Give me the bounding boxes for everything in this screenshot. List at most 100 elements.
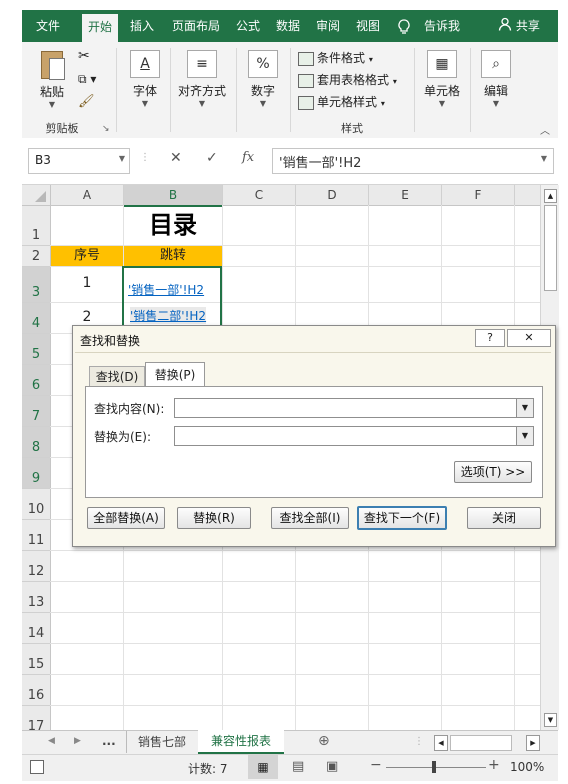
chevron-down-icon[interactable]: ▼ [516, 399, 533, 417]
row-header-11[interactable]: 11 [22, 520, 51, 551]
row-header-16[interactable]: 16 [22, 675, 51, 706]
chevron-down-icon[interactable]: ▼ [516, 427, 533, 445]
format-painter-icon[interactable]: 🖌 [78, 94, 95, 109]
cells-icon: ▦ [427, 50, 457, 78]
tab-insert[interactable]: 插入 [126, 10, 158, 42]
column-header-f[interactable]: F [442, 185, 515, 206]
sheet-tab-sales-7[interactable]: 销售七部 [130, 733, 194, 750]
row-header-12[interactable]: 12 [22, 551, 51, 582]
scroll-left-icon[interactable]: ◀ [434, 735, 448, 751]
macro-record-icon[interactable] [30, 760, 44, 774]
row-header-15[interactable]: 15 [22, 644, 51, 675]
tab-review[interactable]: 审阅 [312, 10, 344, 42]
row-header-4[interactable]: 4 [22, 303, 51, 334]
select-all-corner[interactable] [22, 185, 51, 206]
row-header-1[interactable]: 1 [22, 206, 51, 246]
divider [470, 48, 471, 132]
header-jump[interactable]: 跳转 [124, 246, 222, 266]
horizontal-scrollbar[interactable] [450, 735, 512, 751]
formula-input[interactable]: '销售一部'!H2 ▼ [272, 148, 554, 174]
font-button[interactable]: A 字体 ▼ [124, 50, 166, 109]
zoom-slider-thumb[interactable] [432, 761, 436, 773]
alignment-button[interactable]: ≡ 对齐方式 ▼ [174, 50, 230, 109]
zoom-level[interactable]: 100% [510, 760, 544, 774]
tab-replace[interactable]: 替换(P) [145, 362, 205, 388]
page-layout-view-icon[interactable]: ▤ [292, 759, 304, 774]
row-header-8[interactable]: 8 [22, 427, 51, 458]
help-button[interactable]: ? [475, 329, 505, 347]
tab-data[interactable]: 数据 [272, 10, 304, 42]
next-sheet-icon[interactable]: ▶ [74, 736, 81, 746]
zoom-in-icon[interactable]: + [488, 757, 500, 773]
paste-button[interactable]: 粘贴 ▼ [32, 48, 72, 110]
row-header-7[interactable]: 7 [22, 396, 51, 427]
prev-sheet-icon[interactable]: ◀ [48, 736, 55, 746]
catalog-title[interactable]: 目录 [124, 207, 222, 243]
row-header-17[interactable]: 17 [22, 706, 51, 730]
column-header-c[interactable]: C [223, 185, 296, 206]
more-sheets-button[interactable]: ... [102, 734, 116, 748]
page-break-view-icon[interactable]: ▣ [326, 759, 338, 774]
options-button[interactable]: 选项(T) >> [454, 461, 532, 483]
column-header-a[interactable]: A [51, 185, 124, 206]
replace-button[interactable]: 替换(R) [177, 507, 251, 529]
column-header-b[interactable]: B [124, 185, 223, 207]
share-button[interactable]: 共享 [488, 10, 550, 42]
dialog-launcher-icon[interactable]: ↘ [102, 124, 110, 134]
tell-me[interactable]: 告诉我 [418, 10, 466, 42]
row-header-2[interactable]: 2 [22, 246, 51, 267]
lightbulb-icon[interactable] [394, 10, 414, 42]
column-header-g[interactable] [515, 185, 540, 206]
tab-view[interactable]: 视图 [352, 10, 384, 42]
zoom-out-icon[interactable]: − [370, 757, 382, 773]
row-header-5[interactable]: 5 [22, 334, 51, 365]
insert-function-icon[interactable]: fx [242, 150, 254, 165]
cells-button[interactable]: ▦ 单元格 ▼ [418, 50, 466, 109]
cell-styles-button[interactable]: 单元格样式 ▾ [298, 92, 385, 112]
cancel-icon[interactable]: ✕ [170, 150, 182, 166]
row-header-6[interactable]: 6 [22, 365, 51, 396]
name-box[interactable]: B3 ▼ [28, 148, 130, 174]
number-button[interactable]: % 数字 ▼ [242, 50, 284, 109]
normal-view-icon[interactable]: ▦ [248, 755, 278, 779]
tab-find[interactable]: 查找(D) [89, 366, 145, 387]
scroll-down-icon[interactable]: ▼ [544, 713, 557, 727]
copy-icon[interactable]: ⧉ ▾ [78, 72, 96, 87]
replace-all-button[interactable]: 全部替换(A) [87, 507, 165, 529]
row-header-3[interactable]: 3 [22, 267, 51, 303]
scroll-right-icon[interactable]: ▶ [526, 735, 540, 751]
close-icon[interactable]: ✕ [507, 329, 551, 347]
collapse-ribbon-icon[interactable]: ︿ [540, 122, 550, 137]
link-cell-b3[interactable]: '销售一部'!H2 [124, 267, 222, 302]
replace-with-input[interactable]: ▼ [174, 426, 534, 446]
find-what-input[interactable]: ▼ [174, 398, 534, 418]
row-header-9[interactable]: 9 [22, 458, 51, 489]
conditional-format-button[interactable]: 条件格式 ▾ [298, 48, 373, 68]
find-all-button[interactable]: 查找全部(I) [271, 507, 349, 529]
scissors-icon[interactable]: ✂ [78, 48, 90, 64]
tab-file[interactable]: 文件 [28, 10, 68, 42]
tab-page-layout[interactable]: 页面布局 [168, 10, 224, 42]
format-as-table-button[interactable]: 套用表格格式 ▾ [298, 70, 397, 90]
close-button[interactable]: 关闭 [467, 507, 541, 529]
seq-1[interactable]: 1 [51, 271, 123, 295]
add-sheet-icon[interactable]: ⊕ [318, 733, 330, 749]
zoom-slider[interactable] [386, 767, 486, 768]
scroll-up-icon[interactable]: ▲ [544, 189, 557, 203]
tab-formulas[interactable]: 公式 [232, 10, 264, 42]
count-status: 计数: 7 [188, 762, 228, 776]
tab-home[interactable]: 开始 [82, 14, 118, 42]
column-header-d[interactable]: D [296, 185, 369, 206]
sheet-tab-compat-report[interactable]: 兼容性报表 [198, 730, 284, 754]
row-header-10[interactable]: 10 [22, 489, 51, 520]
scroll-thumb[interactable] [544, 205, 557, 291]
hyperlink-sales-2[interactable]: '销售二部'!H2 [130, 307, 207, 324]
find-next-button[interactable]: 查找下一个(F) [357, 506, 447, 530]
row-header-13[interactable]: 13 [22, 582, 51, 613]
enter-icon[interactable]: ✓ [206, 150, 218, 166]
header-seq[interactable]: 序号 [51, 246, 123, 266]
hyperlink-sales-1[interactable]: '销售一部'!H2 [128, 281, 204, 298]
column-header-e[interactable]: E [369, 185, 442, 206]
row-header-14[interactable]: 14 [22, 613, 51, 644]
editing-button[interactable]: ⌕ 编辑 ▼ [476, 50, 516, 109]
